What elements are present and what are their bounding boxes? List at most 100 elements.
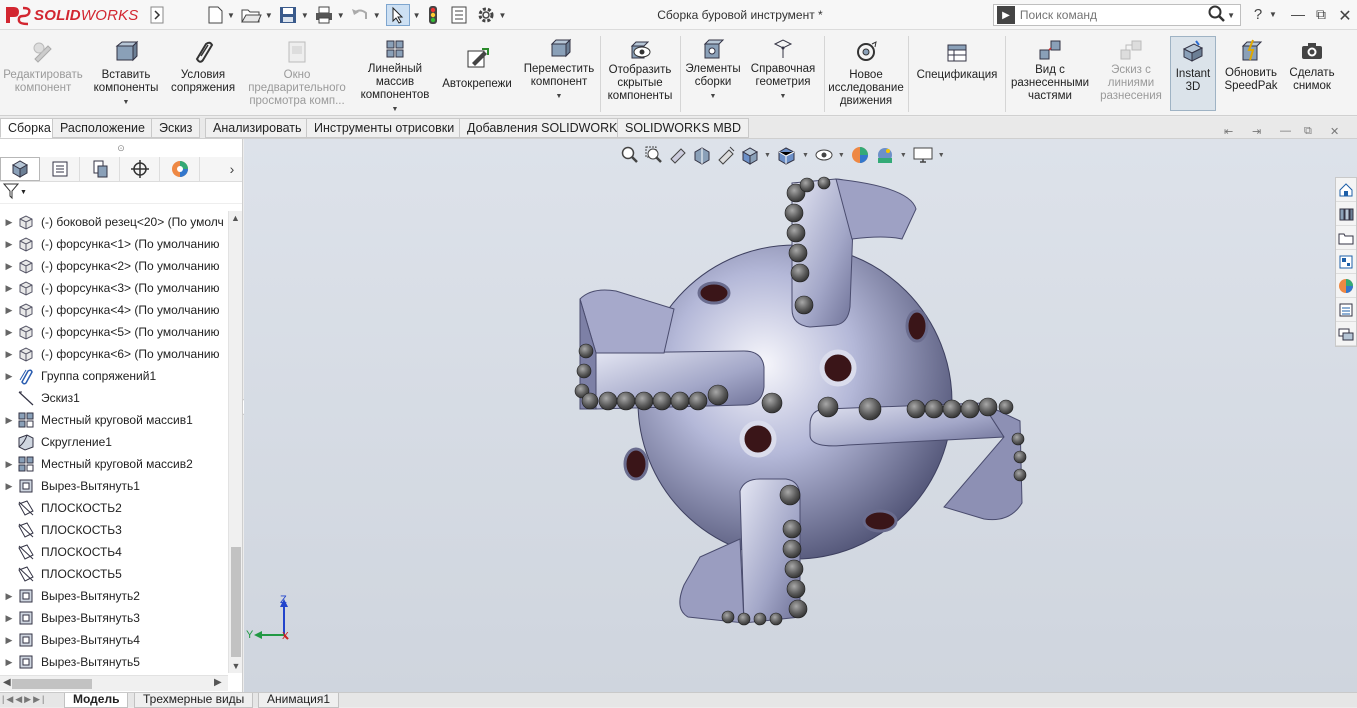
restore-icon[interactable]: ⧉ (1311, 6, 1331, 23)
edit-component-button[interactable]: Редактировать компонент (2, 38, 84, 95)
tab-addins[interactable]: Добавления SOLIDWORKS (459, 118, 634, 138)
appearances-icon[interactable] (1336, 274, 1356, 298)
minimize-icon[interactable]: — (1288, 6, 1308, 22)
expand-arrow-icon[interactable]: ▶ (2, 305, 16, 316)
expand-arrow-icon[interactable]: ▶ (2, 217, 16, 228)
bom-button[interactable]: Спецификация (912, 38, 1002, 82)
expand-arrow-icon[interactable]: ▶ (2, 613, 16, 624)
viewport-prev-icon[interactable]: ⇤ (1224, 125, 1233, 138)
expand-arrow-icon[interactable]: ▶ (2, 371, 16, 382)
tree-item[interactable]: ▶ (-) форсунка<5> (По умолчанию (0, 321, 228, 343)
insert-components-button[interactable]: Вставить компоненты ▼ (90, 38, 162, 109)
expand-arrow-icon[interactable]: ▶ (2, 283, 16, 294)
tab-evaluate[interactable]: Анализировать (205, 118, 310, 138)
tree-item[interactable]: ▶ Вырез-Вытянуть3 (0, 607, 228, 629)
panel-grip[interactable]: ⊙ (0, 139, 242, 157)
explode-line-sketch-button[interactable]: Эскиз с линиями разнесения (1096, 38, 1166, 103)
search-commands-box[interactable]: ▶ ▼ (993, 4, 1241, 26)
scroll-thumb[interactable] (231, 547, 241, 657)
tree-item[interactable]: Эскиз1 (0, 387, 228, 409)
take-snapshot-button[interactable]: Сделать снимок (1286, 38, 1338, 93)
chevron-down-icon[interactable]: ▼ (373, 11, 381, 20)
tree-item[interactable]: ПЛОСКОСТЬ2 (0, 497, 228, 519)
chevron-down-icon[interactable]: ▼ (265, 11, 273, 20)
expand-menu-icon[interactable] (150, 4, 164, 26)
scroll-left-icon[interactable]: ◀ (3, 677, 11, 688)
chevron-down-icon[interactable]: ▼ (710, 90, 717, 103)
home-icon[interactable] (1336, 178, 1356, 202)
instant3d-button[interactable]: Instant 3D (1170, 36, 1216, 111)
expand-arrow-icon[interactable]: ▶ (2, 635, 16, 646)
viewport-restore-icon[interactable]: ⧉ (1304, 125, 1312, 138)
expand-arrow-icon[interactable]: ▶ (2, 657, 16, 668)
scroll-down-icon[interactable]: ▼ (229, 659, 243, 673)
tree-item[interactable]: ▶ Местный круговой массив1 (0, 409, 228, 431)
dimxpert-tab-icon[interactable] (120, 157, 160, 181)
file-explorer-icon[interactable] (1336, 226, 1356, 250)
move-component-button[interactable]: Переместить компонент ▼ (520, 38, 598, 103)
tree-item[interactable]: ▶ Вырез-Вытянуть5 (0, 651, 228, 673)
view-palette-icon[interactable] (1336, 250, 1356, 274)
tab-model[interactable]: Модель (64, 693, 129, 708)
options-gear-icon[interactable] (476, 4, 496, 26)
tab-animation[interactable]: Анимация1 (258, 693, 340, 708)
chevron-down-icon[interactable]: ▼ (1227, 11, 1235, 20)
h-scroll-thumb[interactable] (12, 679, 92, 689)
tree-item[interactable]: ▶ Местный круговой массив2 (0, 453, 228, 475)
tree-item[interactable]: ▶ Вырез-Вытянуть4 (0, 629, 228, 651)
property-manager-tab-icon[interactable] (40, 157, 80, 181)
tree-item[interactable]: ▶ Вырез-Вытянуть1 (0, 475, 228, 497)
tree-item[interactable]: ▶ (-) форсунка<2> (По умолчанию (0, 255, 228, 277)
select-pointer-icon[interactable] (385, 4, 410, 26)
chevron-down-icon[interactable]: ▼ (1269, 10, 1277, 19)
expand-arrow-icon[interactable]: ▶ (2, 239, 16, 250)
chevron-down-icon[interactable]: ▼ (20, 189, 27, 196)
viewport-next-icon[interactable]: ⇥ (1252, 125, 1261, 138)
save-icon[interactable] (278, 4, 298, 26)
open-folder-icon[interactable] (240, 4, 262, 26)
exploded-view-button[interactable]: Вид с разнесенными частями (1008, 38, 1092, 103)
search-icon[interactable] (1208, 5, 1226, 26)
file-properties-icon[interactable] (450, 4, 468, 26)
viewport-close-icon[interactable]: ✕ (1330, 125, 1339, 138)
rebuild-icon[interactable] (426, 4, 440, 26)
tab-mbd[interactable]: SOLIDWORKS MBD (617, 118, 749, 138)
tree-item[interactable]: ПЛОСКОСТЬ3 (0, 519, 228, 541)
linear-pattern-button[interactable]: Линейный массив компонентов ▼ (356, 38, 434, 116)
print-icon[interactable] (314, 4, 334, 26)
preview-window-button[interactable]: Окно предварительного просмотра комп... (244, 38, 350, 108)
tree-item[interactable]: ▶ (-) форсунка<3> (По умолчанию (0, 277, 228, 299)
tree-filter[interactable]: ▼ (0, 182, 242, 204)
expand-arrow-icon[interactable]: ▶ (2, 459, 16, 470)
chevron-down-icon[interactable]: ▼ (337, 11, 345, 20)
update-speedpak-button[interactable]: Обновить SpeedPak (1220, 38, 1282, 93)
chevron-down-icon[interactable]: ▼ (123, 96, 130, 109)
chevron-down-icon[interactable]: ▼ (499, 11, 507, 20)
assembly-features-button[interactable]: Элементы сборки ▼ (684, 38, 742, 103)
tree-horizontal-scrollbar[interactable]: ◀ ▶ (0, 675, 228, 691)
chevron-down-icon[interactable]: ▼ (301, 11, 309, 20)
tree-item[interactable]: ▶ Вырез-Вытянуть2 (0, 585, 228, 607)
new-motion-study-button[interactable]: Новое исследование движения (828, 38, 904, 108)
tree-item[interactable]: ПЛОСКОСТЬ4 (0, 541, 228, 563)
tree-item[interactable]: ▶ (-) форсунка<4> (По умолчанию (0, 299, 228, 321)
chevron-down-icon[interactable]: ▼ (227, 11, 235, 20)
tree-vertical-scrollbar[interactable]: ▲ ▼ (228, 211, 242, 673)
mate-button[interactable]: Условия сопряжения (168, 38, 238, 95)
tab-sketch[interactable]: Эскиз (151, 118, 201, 138)
solidworks-logo[interactable]: SOLIDWORKS (4, 3, 139, 27)
help-button[interactable]: ? (1248, 6, 1268, 23)
tree-item[interactable]: ▶ (-) боковой резец<20> (По умолч (0, 211, 228, 233)
expand-arrow-icon[interactable]: ▶ (2, 261, 16, 272)
reference-geometry-button[interactable]: Справочная геометрия ▼ (746, 38, 820, 103)
expand-arrow-icon[interactable]: ▶ (2, 591, 16, 602)
drill-bit-model[interactable]: Z Y X (244, 139, 1334, 692)
tab-assembly[interactable]: Сборка (0, 118, 59, 138)
design-library-icon[interactable] (1336, 202, 1356, 226)
expand-arrow-icon[interactable]: ▶ (2, 349, 16, 360)
chevron-down-icon[interactable]: ▼ (780, 90, 787, 103)
forum-icon[interactable] (1336, 322, 1356, 346)
configuration-manager-tab-icon[interactable] (80, 157, 120, 181)
undo-icon[interactable] (350, 4, 370, 26)
chevron-down-icon[interactable]: ▼ (392, 103, 399, 116)
